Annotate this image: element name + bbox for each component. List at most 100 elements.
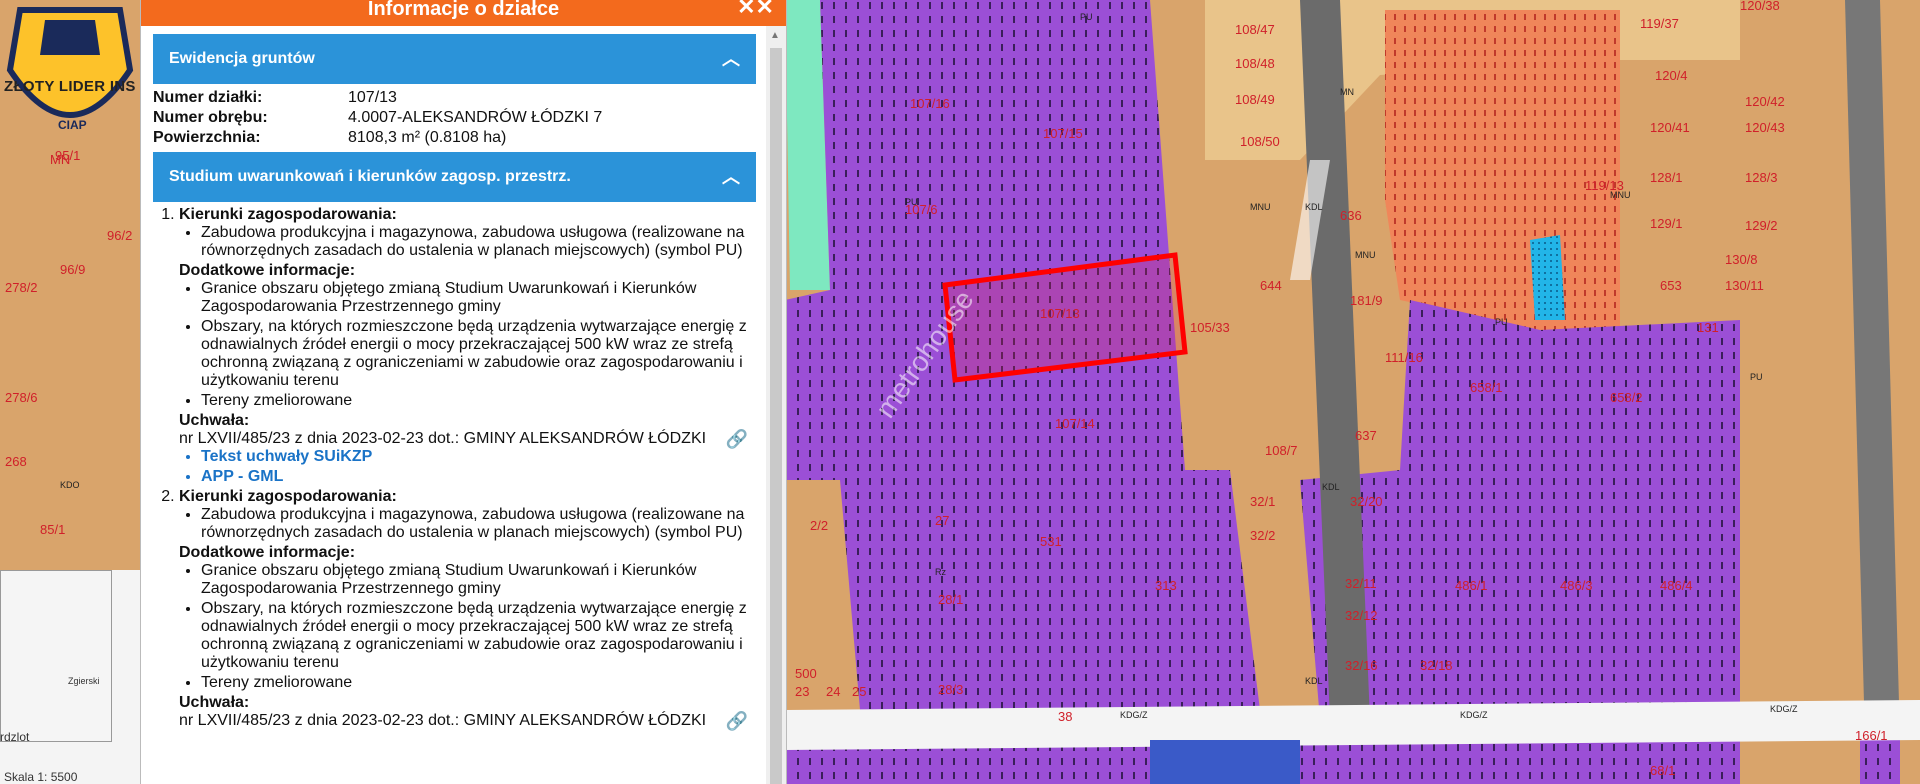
svg-text:120/41: 120/41 [1650,120,1690,135]
minimap-road: Zgierski [68,676,100,686]
powierzchnia-value: 8108,3 m² (0.8108 ha) [348,129,507,146]
item-dodatkowe-label: Dodatkowe informacje: [179,262,356,279]
logo-text: ZŁOTY LIDER INS [4,78,136,95]
item-heading: Kierunki zagospodarowania: [179,488,397,505]
studium-list: Kierunki zagospodarowania: Zabudowa prod… [153,206,756,730]
svg-text:107/16: 107/16 [910,96,950,111]
item-dodatkowe: Obszary, na których rozmieszczone będą u… [201,600,756,672]
section-studium-title: Studium uwarunkowań i kierunków zagosp. … [169,168,571,185]
item-uchwala: nr LXVII/485/23 z dnia 2023-02-23 dot.: … [179,430,707,447]
svg-text:644: 644 [1260,278,1282,293]
chevron-up-icon[interactable]: ︿ [722,152,740,202]
svg-text:32/18: 32/18 [1420,658,1453,673]
section-ewidencja-title: Ewidencja gruntów [169,50,315,67]
svg-text:486/1: 486/1 [1455,578,1488,593]
svg-text:130/11: 130/11 [1725,278,1764,293]
svg-text:108/47: 108/47 [1235,22,1275,37]
section-studium[interactable]: Studium uwarunkowań i kierunków zagosp. … [153,152,756,202]
svg-text:23: 23 [795,684,809,699]
svg-text:107/13: 107/13 [1040,306,1080,321]
svg-text:313: 313 [1155,578,1177,593]
svg-text:268: 268 [5,454,27,469]
svg-text:KDG/Z: KDG/Z [1120,710,1148,720]
svg-text:120/42: 120/42 [1745,94,1785,109]
svg-text:636: 636 [1340,208,1362,223]
svg-text:111/16: 111/16 [1385,350,1423,365]
svg-text:120/43: 120/43 [1745,120,1785,135]
svg-text:KDO: KDO [60,480,80,490]
svg-text:129/1: 129/1 [1650,216,1683,231]
svg-text:MNU: MNU [1250,202,1271,212]
svg-text:130/8: 130/8 [1725,252,1758,267]
panel-title: Informacje o działce [367,0,560,20]
item-kierunek: Zabudowa produkcyjna i magazynowa, zabud… [201,224,756,260]
svg-text:KDL: KDL [1322,482,1340,492]
item-heading: Kierunki zagospodarowania: [179,206,397,223]
svg-text:278/2: 278/2 [5,280,38,295]
svg-text:PU: PU [905,197,918,207]
svg-text:38: 38 [1058,709,1072,724]
info-panel: Informacje o działce ✕✕ ▲ Ewidencja grun… [140,0,787,784]
svg-text:KDL: KDL [1305,202,1323,212]
minimap[interactable] [0,570,112,742]
svg-text:85/1: 85/1 [40,522,65,537]
svg-text:637: 637 [1355,428,1377,443]
svg-text:PU: PU [1750,372,1763,382]
svg-text:Rz: Rz [935,567,946,577]
svg-text:PU: PU [1495,317,1508,327]
svg-text:500: 500 [795,666,817,681]
svg-text:108/48: 108/48 [1235,56,1275,71]
svg-text:32/2: 32/2 [1250,528,1275,543]
svg-text:128/1: 128/1 [1650,170,1683,185]
item-dodatkowe: Tereny zmeliorowane [201,392,756,410]
svg-text:32/1: 32/1 [1250,494,1275,509]
svg-text:108/50: 108/50 [1240,134,1280,149]
item-dodatkowe: Granice obszaru objętego zmianą Studium … [201,280,756,316]
svg-text:486/3: 486/3 [1560,578,1593,593]
item-dodatkowe-label: Dodatkowe informacje: [179,544,356,561]
svg-text:28/1: 28/1 [938,592,963,607]
svg-text:32/12: 32/12 [1345,608,1378,623]
item-uchwala: nr LXVII/485/23 z dnia 2023-02-23 dot.: … [179,712,707,729]
svg-text:96/9: 96/9 [60,262,85,277]
studium-item: Kierunki zagospodarowania: Zabudowa prod… [179,206,756,486]
close-icon[interactable]: ✕✕ [737,0,774,18]
svg-text:32/11: 32/11 [1345,576,1377,591]
scale-text: Skala 1: 5500 [4,770,78,784]
item-uchwala-label: Uchwała: [179,694,250,711]
svg-text:129/2: 129/2 [1745,218,1778,233]
svg-text:653: 653 [1660,278,1682,293]
chevron-up-icon[interactable]: ︿ [722,34,740,84]
svg-text:MNU: MNU [1355,250,1376,260]
section-ewidencja[interactable]: Ewidencja gruntów ︿ [153,34,756,84]
link-icon[interactable]: 🔗 [726,430,748,448]
svg-text:28/3: 28/3 [938,682,963,697]
svg-text:181/9: 181/9 [1350,293,1383,308]
numer-obrebu-label: Numer obrębu: [153,109,268,126]
svg-text:32/16: 32/16 [1345,658,1378,673]
svg-text:25: 25 [852,684,866,699]
svg-text:105/33: 105/33 [1190,320,1230,335]
link-app-gml[interactable]: APP - GML [201,468,756,486]
svg-text:166/1: 166/1 [1855,728,1888,743]
panel-header: Informacje o działce ✕✕ [141,0,786,26]
svg-text:KDG/Z: KDG/Z [1460,710,1488,720]
link-tekst-uchwaly[interactable]: Tekst uchwały SUiKZP [201,448,756,466]
link-icon[interactable]: 🔗 [726,712,748,730]
svg-text:107/14: 107/14 [1055,416,1095,431]
svg-text:27: 27 [935,513,949,528]
svg-text:24: 24 [826,684,840,699]
svg-text:107/15: 107/15 [1043,126,1083,141]
svg-text:PU: PU [1080,12,1093,22]
minimap-label: rdzlot [0,730,30,744]
svg-text:120/4: 120/4 [1655,68,1688,83]
svg-text:278/6: 278/6 [5,390,38,405]
svg-text:108/49: 108/49 [1235,92,1275,107]
svg-text:108/7: 108/7 [1265,443,1298,458]
svg-text:KDL: KDL [1305,676,1323,686]
svg-text:658/1: 658/1 [1470,380,1503,395]
numer-dzialki-label: Numer działki: [153,89,263,106]
svg-text:68/1: 68/1 [1650,763,1675,778]
item-dodatkowe: Obszary, na których rozmieszczone będą u… [201,318,756,390]
svg-text:32/20: 32/20 [1350,494,1383,509]
